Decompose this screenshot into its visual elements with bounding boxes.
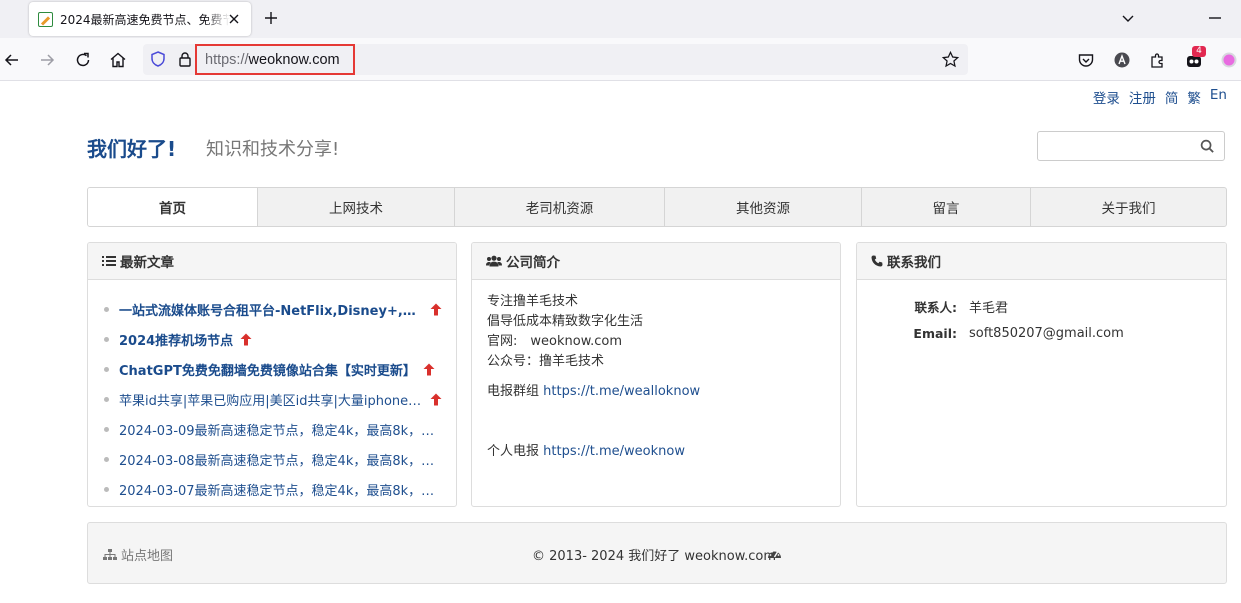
users-icon	[486, 255, 502, 267]
sitemap-link[interactable]: 站点地图	[103, 545, 173, 564]
simplified-chinese-link[interactable]: 简	[1165, 87, 1179, 107]
url-text[interactable]: https://weoknow.com	[195, 44, 355, 75]
arrow-up-icon	[240, 333, 252, 345]
company-intro-panel: 公司简介 专注撸羊毛技术 倡导低成本精致数字化生活 官网: weoknow.com…	[471, 242, 841, 507]
register-link[interactable]: 注册	[1129, 87, 1156, 107]
telegram-group-line: 电报群组 https://t.me/wealloknow	[487, 384, 701, 399]
arrow-up-icon	[430, 393, 442, 405]
panel-header: 联系我们	[857, 243, 1226, 280]
site-slogan: 知识和技术分享!	[206, 139, 340, 160]
contact-panel: 联系我们 联系人: 羊毛君 Email: soft850207@gmail.co…	[856, 242, 1227, 507]
latest-articles-panel: 最新文章 一站式流媒体账号合租平台-NetFlix,Disney+,HBO Ma…	[87, 242, 457, 507]
login-link[interactable]: 登录	[1093, 87, 1120, 107]
extension-badge: 4	[1192, 46, 1206, 57]
lock-icon[interactable]	[177, 51, 193, 68]
bullet-dot	[104, 366, 109, 372]
telegram-group-link[interactable]: https://t.me/wealloknow	[543, 384, 700, 399]
list-item: 2024-03-07最新高速稳定节点，稳定4k，最高8k，免费节点	[104, 474, 442, 504]
phone-icon	[871, 255, 883, 267]
english-link[interactable]: En	[1210, 87, 1227, 107]
official-site-line: 官网: weoknow.com	[487, 334, 623, 349]
back-arrow-icon[interactable]	[2, 50, 22, 70]
tab-title: 2024最新高速免费节点、免费节点	[60, 12, 230, 27]
list-item: 一站式流媒体账号合租平台-NetFlix,Disney+,HBO Max	[104, 294, 442, 324]
panel-title: 联系我们	[887, 255, 941, 271]
profile-color-icon[interactable]	[1219, 50, 1239, 70]
bullet-dot	[104, 486, 109, 492]
panel-title: 公司简介	[506, 255, 560, 271]
contact-person-value: 羊毛君	[969, 301, 1009, 316]
bullet-dot	[104, 426, 109, 432]
contact-person-row: 联系人: 羊毛君	[857, 293, 1226, 320]
bullet-dot	[104, 306, 109, 312]
intro-line: 专注撸羊毛技术	[487, 294, 579, 309]
site-brand[interactable]: 我们好了!	[87, 133, 176, 162]
notepad-icon	[38, 11, 53, 27]
company-intro: 专注撸羊毛技术 倡导低成本精致数字化生活 官网: weoknow.com 公众号：…	[472, 280, 840, 474]
wechat-line: 公众号：撸羊毛技术	[487, 354, 605, 369]
article-link[interactable]: 苹果id共享|苹果已购应用|美区id共享|大量iphone已购	[119, 390, 423, 409]
search-icon[interactable]	[1200, 139, 1215, 154]
article-link[interactable]: 2024-03-08最新高速稳定节点，稳定4k，最高8k，免费节点	[119, 450, 442, 469]
nav-internet-tech[interactable]: 上网技术	[257, 188, 454, 226]
nav-message[interactable]: 留言	[861, 188, 1030, 226]
bullet-dot	[104, 396, 109, 402]
panel-header: 最新文章	[88, 243, 456, 280]
plus-icon[interactable]	[262, 9, 280, 27]
contact-email-link[interactable]: soft850207@gmail.com	[969, 326, 1124, 341]
intro-line: 倡导低成本精致数字化生活	[487, 314, 644, 329]
telegram-personal-line: 个人电报 https://t.me/weoknow	[487, 444, 685, 459]
article-link[interactable]: 一站式流媒体账号合租平台-NetFlix,Disney+,HBO Max	[119, 300, 423, 319]
contact-person-label: 联系人:	[914, 300, 958, 315]
footer: 站点地图 © 2013- 2024 我们好了 weoknow.com	[87, 522, 1227, 584]
main-nav: 首页 上网技术 老司机资源 其他资源 留言 关于我们	[87, 187, 1227, 227]
nav-other-resources[interactable]: 其他资源	[664, 188, 861, 226]
list-item: 苹果id共享|苹果已购应用|美区id共享|大量iphone已购	[104, 384, 442, 414]
account-icon[interactable]	[1112, 50, 1132, 70]
panel-header: 公司简介	[472, 243, 840, 280]
star-icon[interactable]	[941, 50, 960, 69]
list-item: ChatGPT免费免翻墙免费镜像站合集【实时更新】	[104, 354, 442, 384]
bullet-dot	[104, 336, 109, 342]
list-item: 2024推荐机场节点	[104, 324, 442, 354]
nav-about-us[interactable]: 关于我们	[1030, 188, 1226, 226]
nav-home[interactable]: 首页	[88, 188, 257, 226]
chevron-down-icon[interactable]	[1120, 10, 1136, 26]
pocket-icon[interactable]	[1076, 50, 1096, 70]
bullet-dot	[104, 456, 109, 462]
list-icon	[102, 256, 116, 266]
contact-info: 联系人: 羊毛君 Email: soft850207@gmail.com	[857, 280, 1226, 347]
article-link[interactable]: 2024-03-07最新高速稳定节点，稳定4k，最高8k，免费节点	[119, 480, 442, 499]
nav-veteran-resources[interactable]: 老司机资源	[454, 188, 664, 226]
arrow-up-icon	[430, 303, 442, 315]
reload-icon[interactable]	[73, 50, 93, 70]
minimize-icon[interactable]	[1207, 10, 1223, 26]
contact-email-row: Email: soft850207@gmail.com	[857, 320, 1226, 347]
article-link[interactable]: 2024-03-09最新高速稳定节点，稳定4k，最高8k，免费节点	[119, 420, 442, 439]
search-input[interactable]	[1037, 131, 1225, 161]
shield-icon[interactable]	[149, 50, 167, 68]
top-links: 登录 注册 简 繁 En	[1093, 87, 1227, 107]
dashboard-gauge-icon[interactable]	[767, 547, 782, 560]
sitemap-icon	[103, 548, 117, 560]
list-item: 2024-03-09最新高速稳定节点，稳定4k，最高8k，免费节点	[104, 414, 442, 444]
browser-tab[interactable]: 2024最新高速免费节点、免费节点	[29, 2, 251, 36]
article-list: 一站式流媒体账号合租平台-NetFlix,Disney+,HBO Max 2024…	[88, 280, 456, 504]
article-link[interactable]: ChatGPT免费免翻墙免费镜像站合集【实时更新】	[119, 360, 416, 379]
home-icon[interactable]	[108, 50, 128, 70]
traditional-chinese-link[interactable]: 繁	[1187, 87, 1201, 107]
extensions-puzzle-icon[interactable]	[1148, 50, 1168, 70]
article-link[interactable]: 2024推荐机场节点	[119, 330, 233, 349]
copyright: © 2013- 2024 我们好了 weoknow.com	[532, 549, 777, 564]
telegram-personal-link[interactable]: https://t.me/weoknow	[543, 444, 685, 459]
panel-title: 最新文章	[120, 255, 174, 271]
contact-email-label: Email:	[913, 326, 957, 341]
browser-tabstrip: 2024最新高速免费节点、免费节点	[0, 0, 1241, 38]
browser-navbar	[0, 38, 1241, 81]
arrow-up-icon	[423, 363, 435, 375]
forward-arrow-icon[interactable]	[37, 50, 57, 70]
list-item: 2024-03-08最新高速稳定节点，稳定4k，最高8k，免费节点	[104, 444, 442, 474]
close-icon[interactable]	[225, 10, 243, 28]
